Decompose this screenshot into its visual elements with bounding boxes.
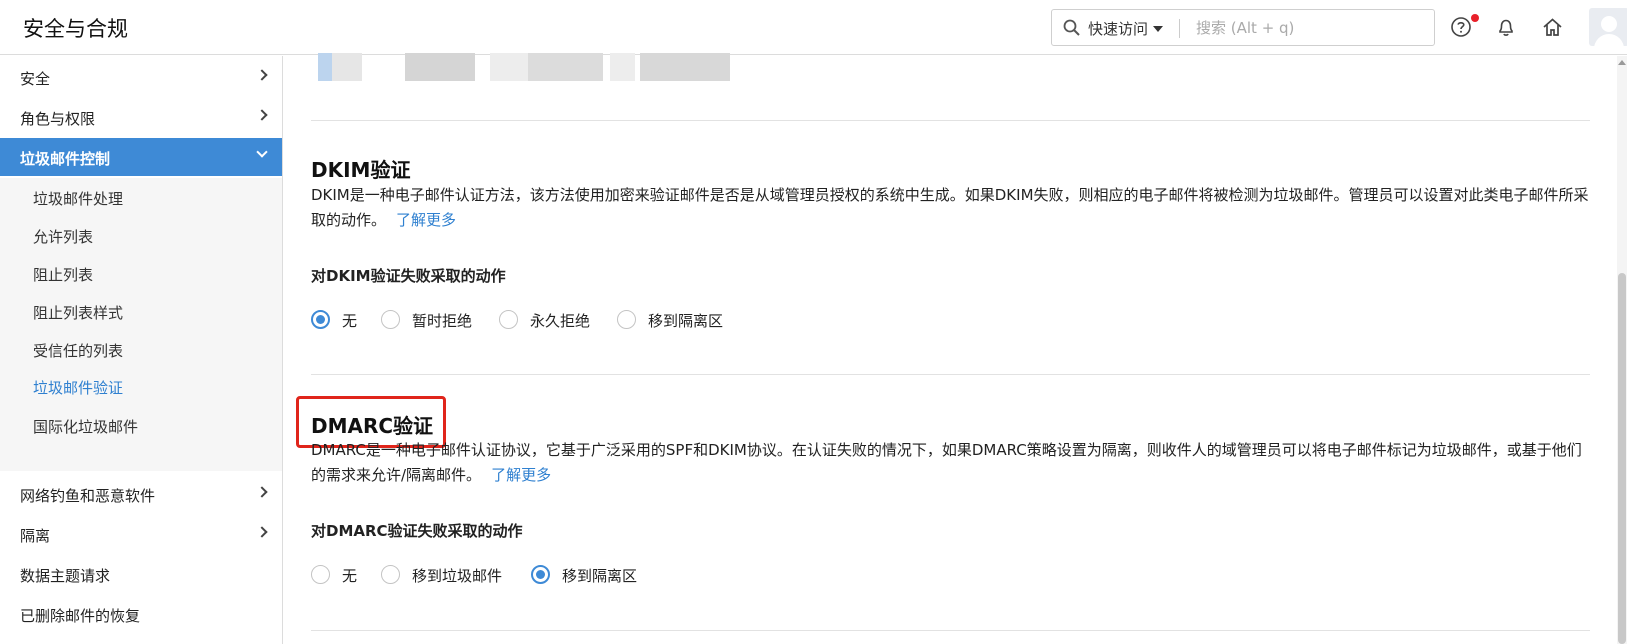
home-icon[interactable] [1541,16,1565,40]
chevron-right-icon [256,109,268,121]
submenu-item-spam-processing[interactable]: 垃圾邮件处理 [33,188,123,209]
top-bar: 安全与合规 快速访问 [0,0,1627,55]
dmarc-learn-more-link[interactable]: 了解更多 [491,466,551,484]
dkim-description: DKIM是一种电子邮件认证方法，该方法使用加密来验证邮件是否是从域管理员授权的系… [311,183,1596,233]
dmarc-description: DMARC是一种电子邮件认证协议，它基于广泛采用的SPF和DKIM协议。在认证失… [311,438,1596,488]
submenu-item-allow-list[interactable]: 允许列表 [33,226,93,247]
submenu-item-spam-verification[interactable]: 垃圾邮件验证 [33,377,123,398]
avatar-body [1594,34,1624,46]
spam-control-submenu: 垃圾邮件处理 允许列表 阻止列表 阻止列表样式 受信任的列表 垃圾邮件验证 国际… [0,178,282,471]
dkim-action-title: 对DKIM验证失败采取的动作 [311,267,506,285]
sidebar-item-security[interactable]: 安全 [0,58,282,96]
radio-label: 暂时拒绝 [412,312,473,330]
sidebar-item-label: 隔离 [20,527,51,545]
sidebar-item-label: 角色与权限 [20,110,96,128]
submenu-item-block-list[interactable]: 阻止列表 [33,264,93,285]
search-separator [1179,19,1180,38]
scroll-up-arrow-icon[interactable] [1618,60,1626,65]
radio-label: 移到垃圾邮件 [412,567,503,585]
sidebar-item-deleted-mail-recovery[interactable]: 已删除邮件的恢复 [0,595,282,633]
chevron-down-icon [256,146,268,158]
quick-access-label: 快速访问 [1088,20,1149,38]
dmarc-action-title: 对DMARC验证失败采取的动作 [311,522,523,540]
search-input[interactable] [1196,15,1424,41]
section-divider [311,374,1590,375]
sidebar-item-spam-control[interactable]: 垃圾邮件控制 [0,138,282,176]
sidebar-item-roles[interactable]: 角色与权限 [0,98,282,136]
radio-button[interactable] [617,310,636,329]
submenu-item-block-list-patterns[interactable]: 阻止列表样式 [33,302,123,323]
radio-label: 移到隔离区 [562,567,638,585]
section-divider [311,120,1590,121]
chevron-right-icon [256,69,268,81]
dkim-learn-more-link[interactable]: 了解更多 [396,211,456,229]
radio-button[interactable] [381,310,400,329]
submenu-item-intl-spam[interactable]: 国际化垃圾邮件 [33,416,138,437]
vertical-scrollbar[interactable] [1617,56,1627,644]
dkim-description-text: DKIM是一种电子邮件认证方法，该方法使用加密来验证邮件是否是从域管理员授权的系… [311,186,1589,229]
sidebar-item-data-subject-requests[interactable]: 数据主题请求 [0,555,282,593]
search-box[interactable]: 快速访问 [1051,9,1435,46]
dkim-section-title: DKIM验证 [311,158,411,182]
radio-button[interactable] [499,310,518,329]
submenu-item-trusted-list[interactable]: 受信任的列表 [33,340,123,361]
sidebar-item-quarantine[interactable]: 隔离 [0,515,282,553]
chevron-right-icon [256,486,268,498]
caret-down-icon [1153,26,1164,32]
sidebar-item-phishing-malware[interactable]: 网络钓鱼和恶意软件 [0,475,282,513]
radio-label: 永久拒绝 [530,312,591,330]
notification-dot [1471,14,1479,22]
app-title: 安全与合规 [23,17,128,41]
sidebar-item-label: 网络钓鱼和恶意软件 [20,487,156,505]
bell-icon[interactable] [1495,16,1519,40]
radio-label: 移到隔离区 [648,312,724,330]
avatar-head [1601,16,1617,32]
sidebar-item-label: 安全 [20,70,51,88]
chevron-right-icon [256,526,268,538]
scrollbar-thumb[interactable] [1618,273,1626,644]
quick-access-dropdown[interactable]: 快速访问 [1088,18,1164,39]
sidebar-item-label: 数据主题请求 [20,567,111,585]
radio-button[interactable] [531,565,550,584]
section-divider [311,630,1590,631]
radio-button[interactable] [311,310,330,329]
radio-button[interactable] [381,565,400,584]
blurred-content [310,53,740,83]
sidebar-item-label: 垃圾邮件控制 [20,150,111,168]
avatar[interactable] [1589,8,1627,46]
radio-label: 无 [342,312,358,330]
sidebar-item-label: 已删除邮件的恢复 [20,607,141,625]
radio-button[interactable] [311,565,330,584]
radio-label: 无 [342,567,358,585]
search-icon [1063,19,1080,36]
sidebar: 安全 角色与权限 垃圾邮件控制 垃圾邮件处理 允许列表 阻止列表 阻止列表样式 … [0,56,283,644]
